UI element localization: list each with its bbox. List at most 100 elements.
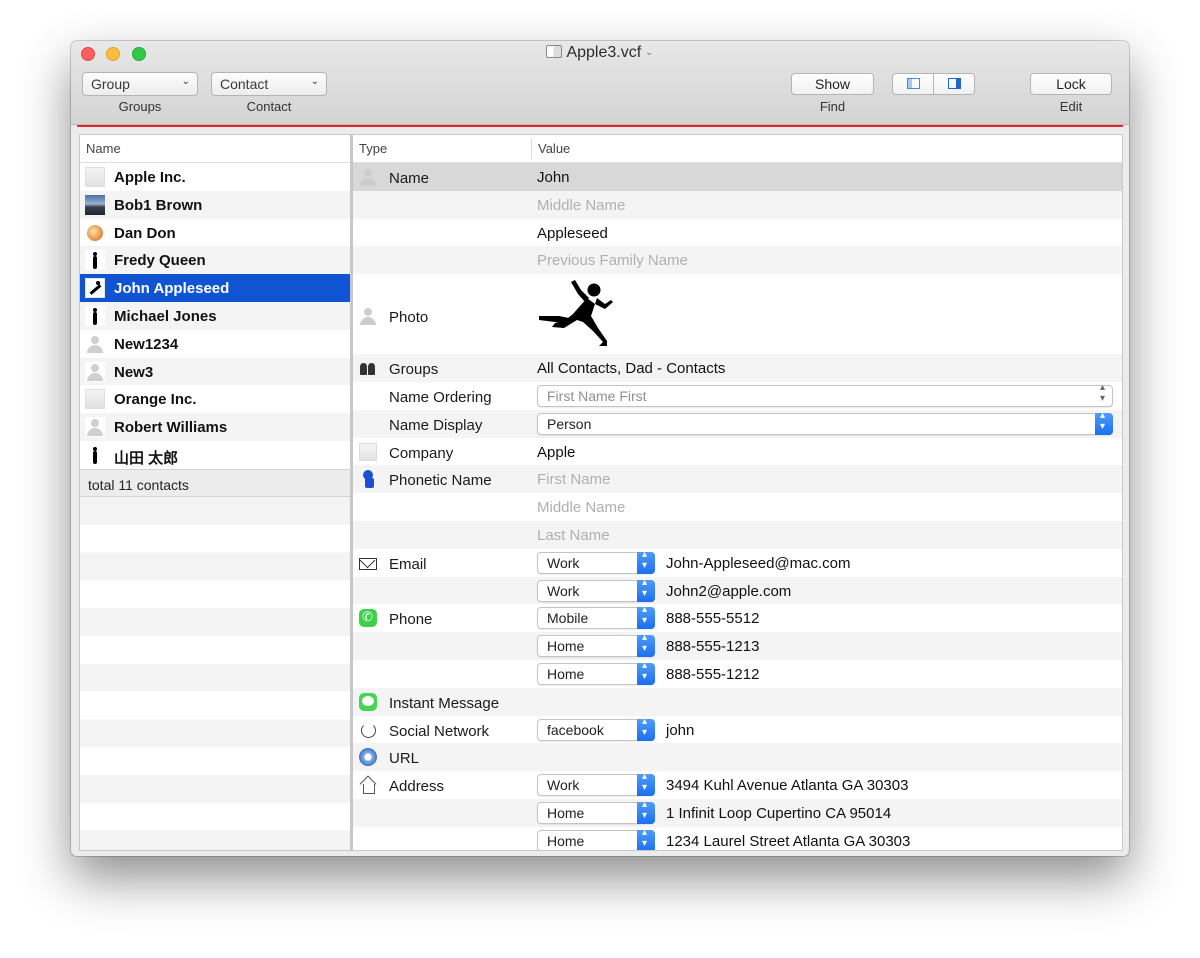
- list-item[interactable]: Dan Don: [80, 219, 350, 247]
- up-down-arrows-icon: [637, 577, 655, 602]
- company-value[interactable]: Apple: [537, 444, 575, 461]
- groups-caption: Groups: [118, 99, 162, 114]
- address-label-select[interactable]: Home: [537, 827, 655, 850]
- list-footer: total 11 contacts: [80, 468, 350, 497]
- address-value[interactable]: 1 Infinit Loop Cupertino CA 95014: [666, 805, 891, 822]
- list-item[interactable]: Orange Inc.: [80, 385, 350, 413]
- address-label: Work: [547, 777, 580, 794]
- email-label-select[interactable]: Work: [537, 577, 655, 602]
- list-item[interactable]: Bob1 Brown: [80, 190, 350, 219]
- silhouette-avatar: [85, 250, 105, 271]
- previous-family-name-row[interactable]: Previous Family Name: [353, 246, 1122, 275]
- status-divider: [77, 125, 1123, 127]
- phone-value[interactable]: 888-555-1213: [666, 638, 759, 655]
- phonetic-middle-placeholder[interactable]: Middle Name: [537, 499, 625, 516]
- list-item[interactable]: New1234: [80, 330, 350, 358]
- name-row[interactable]: Name John: [353, 163, 1122, 191]
- contact-list[interactable]: Name Apple Inc. Bob1 Brown Dan Don Fredy…: [79, 134, 351, 851]
- company-row[interactable]: Company Apple: [353, 438, 1122, 466]
- list-item[interactable]: Fredy Queen: [80, 246, 350, 275]
- column-separator[interactable]: [531, 138, 532, 159]
- type-label: Social Network: [389, 722, 490, 740]
- email-row[interactable]: Work John2@apple.com: [353, 576, 1122, 605]
- chevron-down-icon: ⌄: [645, 47, 654, 58]
- list-item[interactable]: Apple Inc.: [80, 163, 350, 191]
- email-row[interactable]: Email Work John-Appleseed@mac.com: [353, 549, 1122, 577]
- right-sidebar-toggle[interactable]: [933, 74, 974, 94]
- phonetic-first-placeholder[interactable]: First Name: [537, 471, 610, 488]
- url-row[interactable]: URL: [353, 743, 1122, 772]
- contact-name: John Appleseed: [114, 280, 230, 298]
- phone-value[interactable]: 888-555-5512: [666, 610, 759, 627]
- chevron-down-icon: ⌄: [181, 76, 190, 87]
- social-value[interactable]: john: [666, 722, 694, 739]
- list-item[interactable]: Michael Jones: [80, 301, 350, 330]
- address-row[interactable]: Address Work 3494 Kuhl Avenue Atlanta GA…: [353, 771, 1122, 799]
- address-value[interactable]: 1234 Laurel Street Atlanta GA 30303: [666, 833, 910, 850]
- phone-label-select[interactable]: Home: [537, 660, 655, 685]
- list-item[interactable]: New3: [80, 357, 350, 386]
- middle-name-placeholder[interactable]: Middle Name: [537, 197, 625, 214]
- address-row[interactable]: Home 1234 Laurel Street Atlanta GA 30303: [353, 827, 1122, 850]
- phonetic-last-placeholder[interactable]: Last Name: [537, 527, 610, 544]
- list-item[interactable]: 山田 太郎: [80, 441, 350, 469]
- last-name-row[interactable]: Appleseed: [353, 219, 1122, 247]
- photo-row[interactable]: Photo: [353, 274, 1122, 355]
- address-label-select[interactable]: Work: [537, 771, 655, 797]
- window-title[interactable]: Apple3.vcf ⌄: [71, 44, 1129, 62]
- email-label-select[interactable]: Work: [537, 549, 655, 574]
- phone-label-select[interactable]: Home: [537, 632, 655, 658]
- phonetic-first-row[interactable]: Phonetic Name First Name: [353, 465, 1122, 494]
- address-row[interactable]: Home 1 Infinit Loop Cupertino CA 95014: [353, 798, 1122, 827]
- groups-value[interactable]: All Contacts, Dad - Contacts: [537, 360, 725, 377]
- lock-button[interactable]: Lock: [1030, 73, 1112, 95]
- address-label-select[interactable]: Home: [537, 799, 655, 824]
- orange-avatar: [87, 224, 103, 241]
- contact-photo[interactable]: [533, 276, 615, 352]
- type-column-label[interactable]: Type: [359, 141, 387, 156]
- type-label: Address: [389, 778, 445, 796]
- left-sidebar-toggle[interactable]: [893, 74, 933, 94]
- sidebar-toggle-control: [892, 73, 975, 95]
- social-network-row[interactable]: Social Network facebook john: [353, 716, 1122, 744]
- phonetic-last-row[interactable]: Last Name: [353, 520, 1122, 549]
- email-value[interactable]: John-Appleseed@mac.com: [666, 555, 850, 572]
- phone-value[interactable]: 888-555-1212: [666, 666, 759, 683]
- phone-row[interactable]: Phone Mobile 888-555-5512: [353, 604, 1122, 632]
- email-value[interactable]: John2@apple.com: [666, 583, 791, 600]
- type-label: Instant Message: [389, 694, 500, 712]
- contact-popup[interactable]: Contact ⌄: [211, 72, 327, 96]
- building-icon: [85, 167, 105, 187]
- name-ordering-select[interactable]: First Name First: [537, 382, 1113, 407]
- phonetic-middle-row[interactable]: Middle Name: [353, 493, 1122, 521]
- envelope-icon: [359, 557, 377, 570]
- up-down-arrows-icon: [637, 604, 655, 630]
- address-value[interactable]: 3494 Kuhl Avenue Atlanta GA 30303: [666, 777, 908, 794]
- contact-name: Dan Don: [114, 224, 176, 242]
- groups-row[interactable]: Groups All Contacts, Dad - Contacts: [353, 354, 1122, 382]
- up-down-arrows-icon: [637, 660, 655, 685]
- first-name-value[interactable]: John: [537, 169, 570, 186]
- up-down-arrows-icon: [637, 827, 655, 850]
- previous-family-name-placeholder[interactable]: Previous Family Name: [537, 252, 688, 269]
- contact-name: Bob1 Brown: [114, 196, 203, 214]
- phone-row[interactable]: Home 888-555-1213: [353, 632, 1122, 660]
- contact-name: Apple Inc.: [114, 169, 186, 186]
- contact-name: Robert Williams: [114, 419, 228, 437]
- social-label-select[interactable]: facebook: [537, 716, 655, 741]
- group-popup[interactable]: Group ⌄: [82, 72, 198, 96]
- silhouette-avatar: [85, 305, 105, 326]
- contact-detail[interactable]: Type Value Name John Middle Name Applese…: [353, 134, 1123, 851]
- list-column-header[interactable]: Name: [80, 135, 350, 163]
- instant-message-row[interactable]: Instant Message: [353, 687, 1122, 716]
- phone-label-select[interactable]: Mobile: [537, 604, 655, 630]
- list-item[interactable]: Robert Williams: [80, 413, 350, 441]
- last-name-value[interactable]: Appleseed: [537, 225, 608, 242]
- person-icon: [359, 168, 377, 186]
- middle-name-row[interactable]: Middle Name: [353, 190, 1122, 219]
- show-button[interactable]: Show: [791, 73, 874, 95]
- value-column-label[interactable]: Value: [538, 141, 570, 156]
- phone-row[interactable]: Home 888-555-1212: [353, 660, 1122, 688]
- name-display-select[interactable]: Person: [537, 410, 1113, 435]
- list-item-selected[interactable]: John Appleseed: [80, 274, 350, 302]
